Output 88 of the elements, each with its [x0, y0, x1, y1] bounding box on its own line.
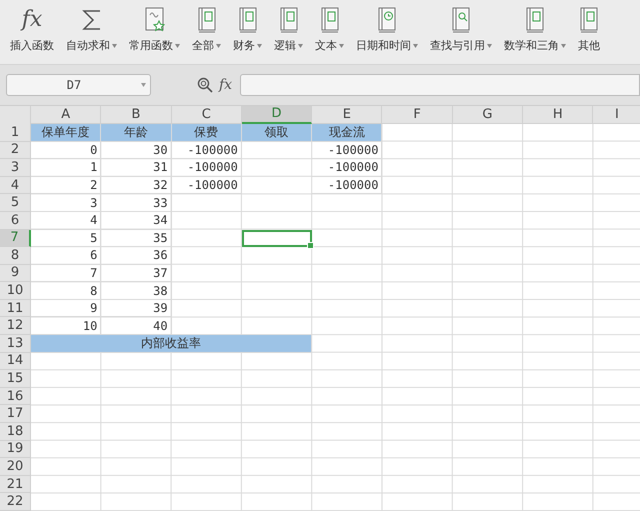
row-header[interactable]: 9	[0, 264, 31, 282]
table-cell: 30	[101, 142, 172, 160]
row-header[interactable]: 18	[0, 423, 31, 441]
table-cell: 6	[31, 247, 102, 265]
table-cell: 领取	[242, 124, 312, 142]
column-header[interactable]: H	[523, 106, 594, 124]
column-header[interactable]: E	[312, 106, 382, 124]
column-header[interactable]: C	[172, 106, 242, 124]
book-icon	[236, 7, 258, 33]
row-header[interactable]: 19	[0, 440, 31, 458]
ribbon-button[interactable]: 逻辑	[268, 6, 309, 53]
row-header[interactable]: 8	[0, 247, 31, 265]
ribbon-button[interactable]: 其他	[572, 6, 606, 53]
table-cell: -100000	[312, 142, 382, 160]
column-header[interactable]: G	[452, 106, 524, 124]
function-icon: fx	[22, 6, 42, 34]
table-cell: 现金流	[312, 124, 382, 142]
book-icon	[196, 7, 218, 33]
table-cell: -100000	[312, 159, 382, 177]
zoom-icon[interactable]	[197, 77, 213, 94]
search-book-icon	[450, 7, 472, 33]
table-cell: 32	[101, 176, 172, 194]
table-cell: -100000	[312, 176, 382, 194]
table-cell: 3	[31, 194, 102, 212]
ribbon-button[interactable]: fx 插入函数	[4, 6, 60, 53]
merged-cell: 内部收益率	[31, 335, 312, 353]
ribbon-button[interactable]: 文本	[309, 6, 350, 53]
formula-field[interactable]	[240, 74, 640, 96]
sigma-icon	[82, 8, 102, 32]
ribbon-button[interactable]: 查找与引用	[424, 6, 498, 53]
name-box[interactable]: D7	[6, 74, 151, 96]
table-cell: 31	[101, 159, 172, 177]
ribbon-button[interactable]: 全部	[186, 6, 227, 53]
row-header[interactable]: 14	[0, 352, 31, 370]
row-header[interactable]: 4	[0, 176, 31, 194]
table-cell: 36	[101, 247, 172, 265]
book-icon	[278, 7, 300, 33]
table-cell: 34	[101, 212, 172, 230]
row-header[interactable]: 17	[0, 405, 31, 424]
table-cell: 5	[31, 230, 102, 248]
row-header[interactable]: 22	[0, 493, 31, 511]
table-cell: 7	[31, 264, 102, 282]
ribbon-button[interactable]: 日期和时间	[350, 6, 424, 53]
table-cell: -100000	[172, 176, 242, 194]
table-cell: 0	[31, 142, 102, 160]
row-header[interactable]: 16	[0, 388, 31, 406]
column-header[interactable]: A	[31, 106, 102, 124]
row-header[interactable]: 21	[0, 476, 31, 494]
row-header[interactable]: 20	[0, 458, 31, 476]
table-cell: 33	[101, 194, 172, 212]
book-icon	[578, 7, 600, 33]
row-header[interactable]: 1	[0, 124, 31, 142]
table-cell: 4	[31, 212, 102, 230]
column-header[interactable]: I	[593, 106, 640, 124]
row-header[interactable]: 10	[0, 282, 31, 300]
row-header[interactable]: 3	[0, 159, 31, 177]
ribbon-button[interactable]: 常用函数	[123, 6, 186, 53]
active-cell[interactable]	[242, 230, 312, 248]
ribbon-button[interactable]: 自动求和	[60, 6, 123, 53]
ribbon-button[interactable]: 财务	[227, 6, 268, 53]
table-cell: 37	[101, 264, 172, 282]
table-cell: 保单年度	[31, 124, 102, 142]
table-cell: 年龄	[101, 124, 172, 142]
table-cell: 9	[31, 300, 102, 318]
column-header[interactable]: B	[101, 106, 172, 124]
table-cell: 2	[31, 176, 102, 194]
table-cell: 1	[31, 159, 102, 177]
row-header[interactable]: 12	[0, 317, 31, 336]
row-header[interactable]: 13	[0, 335, 31, 353]
row-header[interactable]: 15	[0, 370, 31, 388]
table-cell: 35	[101, 230, 172, 248]
table-cell: -100000	[172, 159, 242, 177]
table-cell: 38	[101, 282, 172, 300]
function-button[interactable]: fx	[219, 77, 232, 94]
book-icon	[524, 7, 546, 33]
row-header[interactable]: 2	[0, 142, 31, 160]
ribbon-button[interactable]: 数学和三角	[498, 6, 572, 53]
clock-book-icon	[376, 7, 398, 33]
table-cell: -100000	[172, 142, 242, 160]
table-cell: 8	[31, 282, 102, 300]
row-header[interactable]: 5	[0, 194, 31, 212]
caret-icon	[141, 83, 146, 88]
row-header[interactable]: 6	[0, 212, 31, 230]
column-header[interactable]: F	[382, 106, 453, 124]
table-cell: 39	[101, 300, 172, 318]
row-header[interactable]: 11	[0, 300, 31, 318]
book-icon	[318, 7, 340, 33]
table-cell: 保费	[172, 124, 242, 142]
